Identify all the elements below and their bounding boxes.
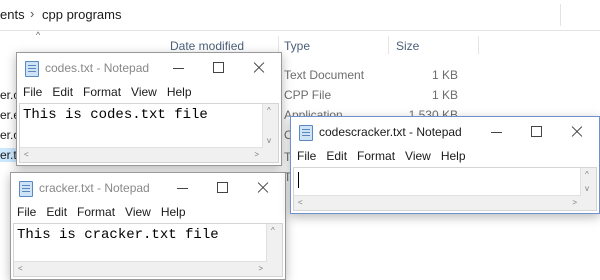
- horizontal-scrollbar[interactable]: < >: [20, 147, 263, 162]
- menu-file[interactable]: File: [13, 203, 40, 219]
- scroll-left-icon[interactable]: <: [298, 199, 303, 207]
- menu-view[interactable]: View: [127, 83, 161, 99]
- resize-grip[interactable]: [267, 262, 282, 276]
- menu-bar: File Edit Format View Help: [17, 83, 281, 103]
- vertical-scrollbar[interactable]: ^ v: [262, 104, 278, 148]
- column-header-date-modified[interactable]: Date modified: [170, 39, 244, 53]
- scroll-left-icon[interactable]: <: [18, 265, 23, 273]
- scroll-right-icon[interactable]: >: [254, 151, 259, 159]
- file-name-fragment-selected[interactable]: er.t: [0, 148, 17, 162]
- maximize-icon[interactable]: [203, 173, 243, 203]
- address-divider: [560, 4, 561, 26]
- scroll-up-icon[interactable]: ^: [271, 227, 275, 235]
- document-text[interactable]: This is codes.txt file: [23, 107, 208, 123]
- column-divider[interactable]: [478, 36, 479, 54]
- maximize-icon[interactable]: [199, 53, 239, 83]
- menu-bar: File Edit Format View Help: [11, 203, 285, 223]
- title-bar[interactable]: cracker.txt - Notepad: [11, 173, 285, 203]
- minimize-icon[interactable]: [159, 53, 199, 83]
- scroll-down-icon[interactable]: v: [267, 137, 271, 145]
- menu-format[interactable]: Format: [353, 147, 399, 163]
- resize-grip[interactable]: [581, 196, 596, 210]
- menu-help[interactable]: Help: [437, 147, 470, 163]
- row-type[interactable]: CPP File: [284, 88, 331, 102]
- column-header-type[interactable]: Type: [284, 39, 310, 53]
- resize-grip[interactable]: [263, 148, 278, 162]
- document-text[interactable]: This is cracker.txt file: [17, 227, 219, 243]
- notepad-icon: [299, 125, 313, 141]
- menu-edit[interactable]: Edit: [42, 203, 71, 219]
- scroll-up-icon[interactable]: ^: [267, 107, 271, 115]
- menu-file[interactable]: File: [293, 147, 320, 163]
- notepad-window-codes[interactable]: codes.txt - Notepad File Edit Format View He…: [16, 52, 282, 166]
- menu-format[interactable]: Format: [73, 203, 119, 219]
- title-bar[interactable]: codescracker.txt - Notepad: [291, 117, 599, 147]
- scroll-down-icon[interactable]: v: [585, 185, 589, 193]
- scroll-up-icon[interactable]: ^: [585, 171, 589, 179]
- scroll-right-icon[interactable]: >: [258, 265, 263, 273]
- menu-help[interactable]: Help: [163, 83, 196, 99]
- window-title: codes.txt - Notepad: [45, 61, 150, 75]
- notepad-icon: [19, 181, 33, 197]
- menu-edit[interactable]: Edit: [48, 83, 77, 99]
- maximize-icon[interactable]: [517, 117, 557, 147]
- scroll-right-icon[interactable]: >: [572, 199, 577, 207]
- minimize-icon[interactable]: [163, 173, 203, 203]
- address-bar[interactable]: ents › cpp programs: [0, 0, 600, 31]
- menu-bar: File Edit Format View Help: [291, 147, 599, 167]
- breadcrumb-chevron-icon[interactable]: ›: [30, 6, 34, 21]
- vertical-scrollbar[interactable]: ^ v: [580, 168, 596, 196]
- text-editor[interactable]: This is codes.txt file ^ v < >: [19, 103, 279, 163]
- breadcrumb-segment[interactable]: ents: [0, 7, 25, 22]
- sort-ascending-icon: ^: [36, 30, 41, 40]
- window-title: codescracker.txt - Notepad: [319, 125, 462, 139]
- notepad-icon: [25, 61, 39, 77]
- menu-format[interactable]: Format: [79, 83, 125, 99]
- row-size[interactable]: 1 KB: [400, 88, 458, 102]
- title-bar[interactable]: codes.txt - Notepad: [17, 53, 281, 83]
- horizontal-scrollbar[interactable]: < >: [294, 195, 581, 210]
- close-icon[interactable]: [557, 117, 597, 147]
- row-type[interactable]: Text Document: [284, 68, 364, 82]
- text-caret: [298, 172, 299, 188]
- close-icon[interactable]: [239, 53, 279, 83]
- scroll-left-icon[interactable]: <: [24, 151, 29, 159]
- text-editor[interactable]: This is cracker.txt file ^ < >: [13, 223, 283, 277]
- column-header-size[interactable]: Size: [396, 39, 419, 53]
- notepad-window-codescracker[interactable]: codescracker.txt - Notepad File Edit Forma…: [290, 116, 600, 214]
- column-divider[interactable]: [388, 36, 389, 54]
- menu-view[interactable]: View: [401, 147, 435, 163]
- vertical-scrollbar[interactable]: ^: [266, 224, 282, 262]
- menu-file[interactable]: File: [19, 83, 46, 99]
- menu-help[interactable]: Help: [157, 203, 190, 219]
- menu-edit[interactable]: Edit: [322, 147, 351, 163]
- text-editor[interactable]: ^ v < >: [293, 167, 597, 211]
- minimize-icon[interactable]: [477, 117, 517, 147]
- notepad-window-cracker[interactable]: cracker.txt - Notepad File Edit Format View…: [10, 172, 286, 280]
- row-size[interactable]: 1 KB: [400, 68, 458, 82]
- window-title: cracker.txt - Notepad: [39, 181, 150, 195]
- close-icon[interactable]: [243, 173, 283, 203]
- horizontal-scrollbar[interactable]: < >: [14, 261, 267, 276]
- breadcrumb-current-folder[interactable]: cpp programs: [42, 7, 121, 22]
- menu-view[interactable]: View: [121, 203, 155, 219]
